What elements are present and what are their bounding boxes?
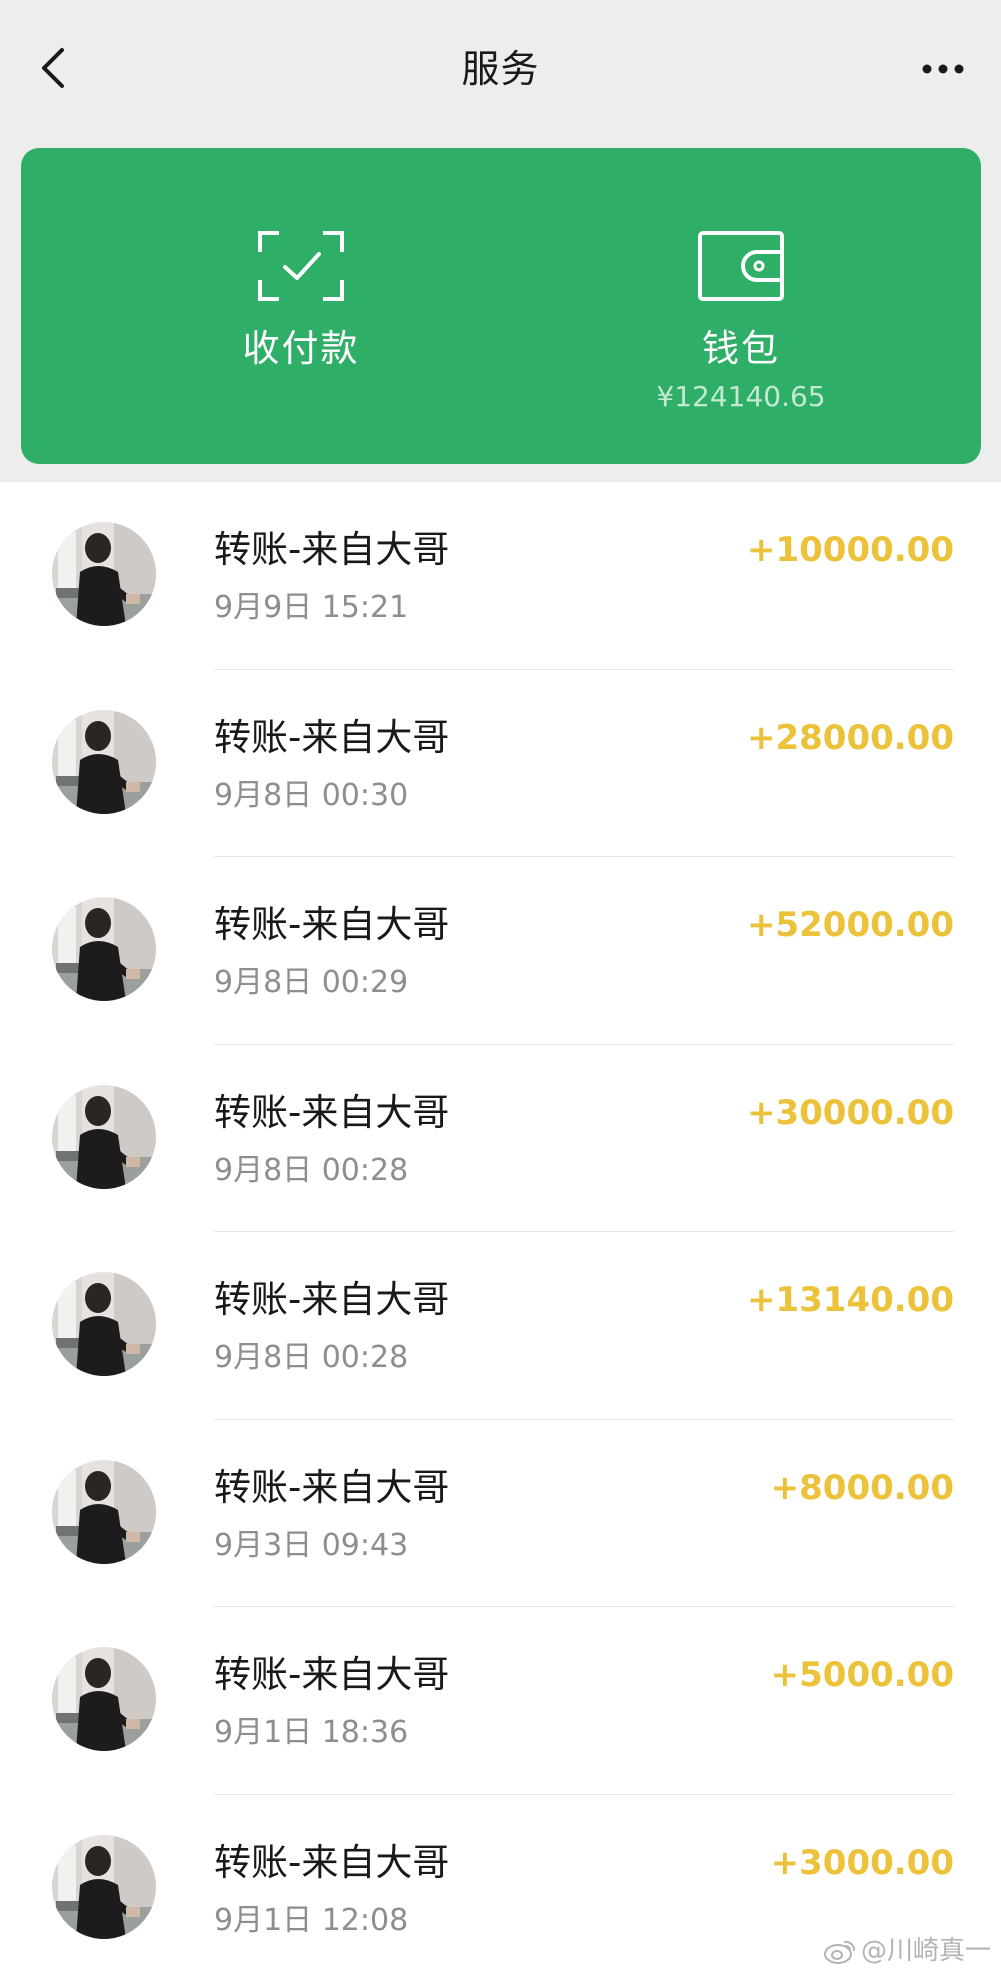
transaction-row[interactable]: 转账-来自大哥 9月9日 15:21 +10000.00 — [0, 482, 1001, 670]
transaction-title: 转账-来自大哥 — [214, 527, 449, 573]
transaction-time: 9月8日 00:28 — [214, 1152, 408, 1190]
transaction-amount: +28000.00 — [747, 716, 954, 760]
transaction-time: 9月8日 00:30 — [214, 777, 408, 815]
transaction-row[interactable]: 转账-来自大哥 9月3日 09:43 +8000.00 — [0, 1420, 1001, 1608]
transaction-time: 9月8日 00:28 — [214, 1339, 408, 1377]
transaction-amount: +52000.00 — [747, 903, 954, 947]
wallet-icon — [697, 230, 785, 302]
transaction-time: 9月8日 00:29 — [214, 964, 408, 1002]
pay-receive-button[interactable]: 收付款 — [81, 148, 521, 464]
service-card: 收付款 钱包 ¥124140.65 — [21, 148, 981, 464]
transaction-list: 转账-来自大哥 9月9日 15:21 +10000.00 转账-来自大哥 9月8… — [0, 482, 1001, 1982]
transaction-time: 9月3日 09:43 — [214, 1527, 408, 1565]
transaction-title: 转账-来自大哥 — [214, 1840, 449, 1886]
transaction-amount: +30000.00 — [747, 1091, 954, 1135]
avatar — [52, 522, 156, 626]
avatar — [52, 1085, 156, 1189]
transaction-row[interactable]: 转账-来自大哥 9月8日 00:28 +30000.00 — [0, 1045, 1001, 1233]
wallet-button[interactable]: 钱包 ¥124140.65 — [521, 148, 961, 464]
weibo-icon — [823, 1937, 857, 1965]
transaction-amount: +13140.00 — [747, 1278, 954, 1322]
page-title: 服务 — [0, 44, 1001, 94]
avatar — [52, 1835, 156, 1939]
avatar — [52, 710, 156, 814]
more-dots-icon — [921, 63, 965, 75]
transaction-amount: +8000.00 — [771, 1466, 954, 1510]
transaction-time: 9月1日 18:36 — [214, 1714, 408, 1752]
transaction-time: 9月9日 15:21 — [214, 589, 408, 627]
transaction-row[interactable]: 转账-来自大哥 9月1日 18:36 +5000.00 — [0, 1607, 1001, 1795]
transaction-title: 转账-来自大哥 — [214, 1465, 449, 1511]
scan-check-icon — [257, 230, 345, 302]
top-area: 服务 收付款 — [0, 0, 1001, 482]
transaction-row[interactable]: 转账-来自大哥 9月8日 00:29 +52000.00 — [0, 857, 1001, 1045]
watermark-text: @川崎真一 — [861, 1934, 991, 1968]
transaction-row[interactable]: 转账-来自大哥 9月8日 00:28 +13140.00 — [0, 1232, 1001, 1420]
pay-receive-label: 收付款 — [243, 326, 360, 372]
wallet-label: 钱包 — [702, 326, 780, 372]
wallet-balance: ¥124140.65 — [656, 380, 825, 414]
nav-bar: 服务 — [0, 0, 1001, 145]
transaction-title: 转账-来自大哥 — [214, 902, 449, 948]
transaction-title: 转账-来自大哥 — [214, 1090, 449, 1136]
transaction-time: 9月1日 12:08 — [214, 1902, 408, 1940]
avatar — [52, 1647, 156, 1751]
transaction-amount: +5000.00 — [771, 1653, 954, 1697]
transaction-title: 转账-来自大哥 — [214, 1277, 449, 1323]
watermark: @川崎真一 — [823, 1934, 991, 1968]
avatar — [52, 1272, 156, 1376]
transaction-amount: +10000.00 — [747, 528, 954, 572]
transaction-row[interactable]: 转账-来自大哥 9月8日 00:30 +28000.00 — [0, 670, 1001, 858]
avatar — [52, 897, 156, 1001]
transaction-amount: +3000.00 — [771, 1841, 954, 1885]
avatar — [52, 1460, 156, 1564]
transaction-title: 转账-来自大哥 — [214, 1652, 449, 1698]
more-button[interactable] — [915, 46, 971, 92]
transaction-title: 转账-来自大哥 — [214, 715, 449, 761]
